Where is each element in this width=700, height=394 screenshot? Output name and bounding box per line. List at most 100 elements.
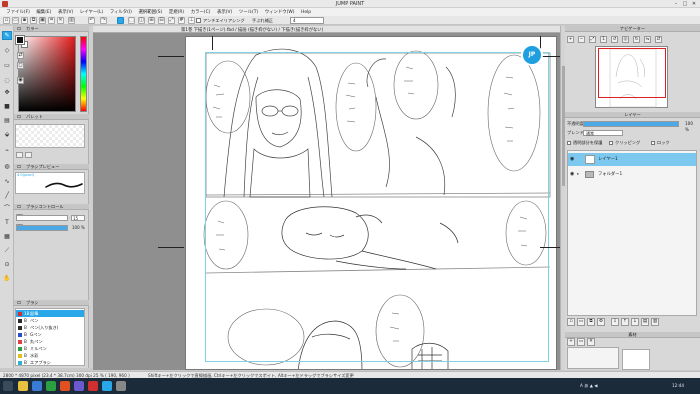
minimize-button[interactable]: –: [672, 1, 680, 7]
jump-paint-taskbar-icon[interactable]: [88, 381, 98, 391]
hand-tool-icon[interactable]: ✋: [2, 274, 12, 283]
clear-icon[interactable]: ✕: [57, 17, 64, 24]
clipping-option[interactable]: クリッピング: [609, 140, 640, 146]
zoom-in-icon[interactable]: +: [567, 36, 574, 43]
crop-icon[interactable]: ⌗: [48, 17, 55, 24]
palette-add-icon[interactable]: [16, 152, 23, 158]
layer-settings-icon[interactable]: ⚙: [597, 318, 605, 326]
menu-edit[interactable]: 編集(E): [33, 9, 55, 15]
brush-item[interactable]: B ペン(入り抜き): [16, 324, 84, 331]
brush-item[interactable]: B ペン: [16, 317, 84, 324]
brush-item[interactable]: 1B鉛筆: [16, 310, 84, 317]
menu-select[interactable]: 選択範囲(S): [135, 9, 165, 15]
protect-alpha-option[interactable]: 透明部分を保護: [567, 140, 602, 146]
select-expand-icon[interactable]: ⊞: [148, 17, 155, 24]
visibility-eye-icon[interactable]: ◉: [570, 171, 574, 178]
fill-tool-icon[interactable]: ■: [2, 102, 12, 111]
paste-icon[interactable]: ▣: [39, 17, 46, 24]
menu-layer[interactable]: レイヤー(L): [77, 9, 107, 15]
undo-icon[interactable]: ↶: [88, 17, 95, 24]
menu-help[interactable]: Help: [298, 10, 315, 15]
brush-opacity-slider[interactable]: [16, 225, 68, 231]
navigator-view-frame[interactable]: [598, 48, 666, 98]
material-delete-icon[interactable]: ✕: [587, 338, 595, 346]
folder-row[interactable]: ◉ ▸ フォルダー1: [568, 168, 696, 181]
menu-view[interactable]: 表示(V): [55, 9, 77, 15]
copy-icon[interactable]: ⧉: [30, 17, 37, 24]
brush-item[interactable]: B 丸ペン: [16, 338, 84, 345]
menu-filter[interactable]: フィルタ(I): [106, 9, 135, 15]
select-shrink-icon[interactable]: ⊟: [158, 17, 165, 24]
flip-horizontal-icon[interactable]: ⇋: [644, 36, 651, 43]
line-tool-icon[interactable]: ╱: [2, 191, 12, 200]
brush-size-slider[interactable]: [16, 215, 68, 221]
move-up-icon[interactable]: ↑: [621, 318, 629, 326]
ruler-icon[interactable]: ⊥: [188, 17, 195, 24]
smudge-tool-icon[interactable]: ∿: [2, 177, 12, 186]
delete-layer-icon[interactable]: ▥: [651, 318, 659, 326]
media-icon[interactable]: [74, 381, 84, 391]
eraser-tool-icon[interactable]: ◇: [2, 46, 12, 55]
menu-color[interactable]: カラー(C): [187, 9, 213, 15]
layer-opacity-slider[interactable]: [583, 121, 679, 127]
brush-item[interactable]: B ミルペン: [16, 345, 84, 352]
antialias-checkbox[interactable]: [196, 18, 201, 23]
transparent-color-icon[interactable]: ◻: [17, 62, 24, 69]
close-button[interactable]: ✕: [690, 1, 698, 7]
hue-slider[interactable]: [80, 36, 87, 112]
select-all-icon[interactable]: ⬚: [128, 17, 135, 24]
text-tool-icon[interactable]: T: [2, 218, 12, 227]
bucket-tool-icon[interactable]: ⬙: [2, 130, 12, 139]
brush-size-value[interactable]: 15: [71, 215, 85, 221]
material-thumbnail[interactable]: [622, 349, 650, 370]
visibility-eye-icon[interactable]: ◉: [570, 156, 574, 163]
new-file-icon[interactable]: ▫: [3, 17, 10, 24]
browser-icon[interactable]: [32, 381, 42, 391]
file-tab[interactable]: 第1巻 下描き(1ページ).fbd / 描画 (描き枠がない) / 下描き(描き…: [93, 26, 560, 33]
app-taskbar-icon[interactable]: [102, 381, 112, 391]
trash-icon[interactable]: ▥: [68, 17, 75, 24]
curve-tool-icon[interactable]: ⌒: [2, 204, 12, 213]
zoom-out-icon[interactable]: −: [578, 36, 585, 43]
material-folder-icon[interactable]: ▭: [577, 338, 585, 346]
redo-icon[interactable]: ↷: [100, 17, 107, 24]
store-icon[interactable]: [46, 381, 56, 391]
new-layer-icon[interactable]: ▫: [567, 318, 575, 326]
swap-color-icon[interactable]: ⇄: [17, 52, 24, 59]
deselect-icon[interactable]: [117, 17, 124, 24]
merge-down-icon[interactable]: ⇩: [611, 318, 619, 326]
lock-checkbox[interactable]: [651, 141, 655, 145]
select-rect-tool-icon[interactable]: ▭: [2, 61, 12, 70]
primary-color-swatch[interactable]: [15, 35, 25, 45]
actual-size-icon[interactable]: 1: [600, 36, 607, 43]
material-add-icon[interactable]: +: [567, 338, 575, 346]
materials-list[interactable]: [567, 347, 619, 369]
grid-icon[interactable]: #: [178, 17, 185, 24]
layer-row[interactable]: ◉ レイヤー1: [568, 153, 696, 166]
pen-tool-icon[interactable]: ✎: [2, 31, 12, 40]
app-taskbar-icon[interactable]: [116, 381, 126, 391]
layer-blend-select[interactable]: 通常: [583, 130, 623, 136]
new-folder-icon[interactable]: ▭: [577, 318, 585, 326]
start-icon[interactable]: [3, 381, 13, 391]
explorer-icon[interactable]: [18, 381, 28, 391]
rotate-left-icon[interactable]: ↺: [611, 36, 618, 43]
save-icon[interactable]: ▪: [21, 17, 28, 24]
move-down-icon[interactable]: ↓: [631, 318, 639, 326]
brush-tool-icon[interactable]: ⌁: [2, 146, 12, 155]
clear-layer-icon[interactable]: ▤: [641, 318, 649, 326]
eyedropper-tool-icon[interactable]: ⟋: [2, 246, 12, 255]
menu-view-2[interactable]: 表示(V): [214, 9, 236, 15]
zoom-tool-icon[interactable]: ⊙: [2, 260, 12, 269]
maximize-button[interactable]: □: [681, 1, 689, 7]
move-tool-icon[interactable]: ✥: [2, 88, 12, 97]
office-icon[interactable]: [60, 381, 70, 391]
frame-tool-icon[interactable]: ▦: [2, 232, 12, 241]
fit-view-icon[interactable]: ⤢: [589, 36, 596, 43]
open-file-icon[interactable]: ▭: [12, 17, 19, 24]
menu-ruler[interactable]: 定規(R): [166, 9, 188, 15]
lasso-tool-icon[interactable]: ◌: [2, 76, 12, 85]
correction-input[interactable]: 4: [290, 17, 324, 24]
flip-vertical-icon[interactable]: ⇵: [655, 36, 662, 43]
gradient-tool-icon[interactable]: ▤: [2, 116, 12, 125]
